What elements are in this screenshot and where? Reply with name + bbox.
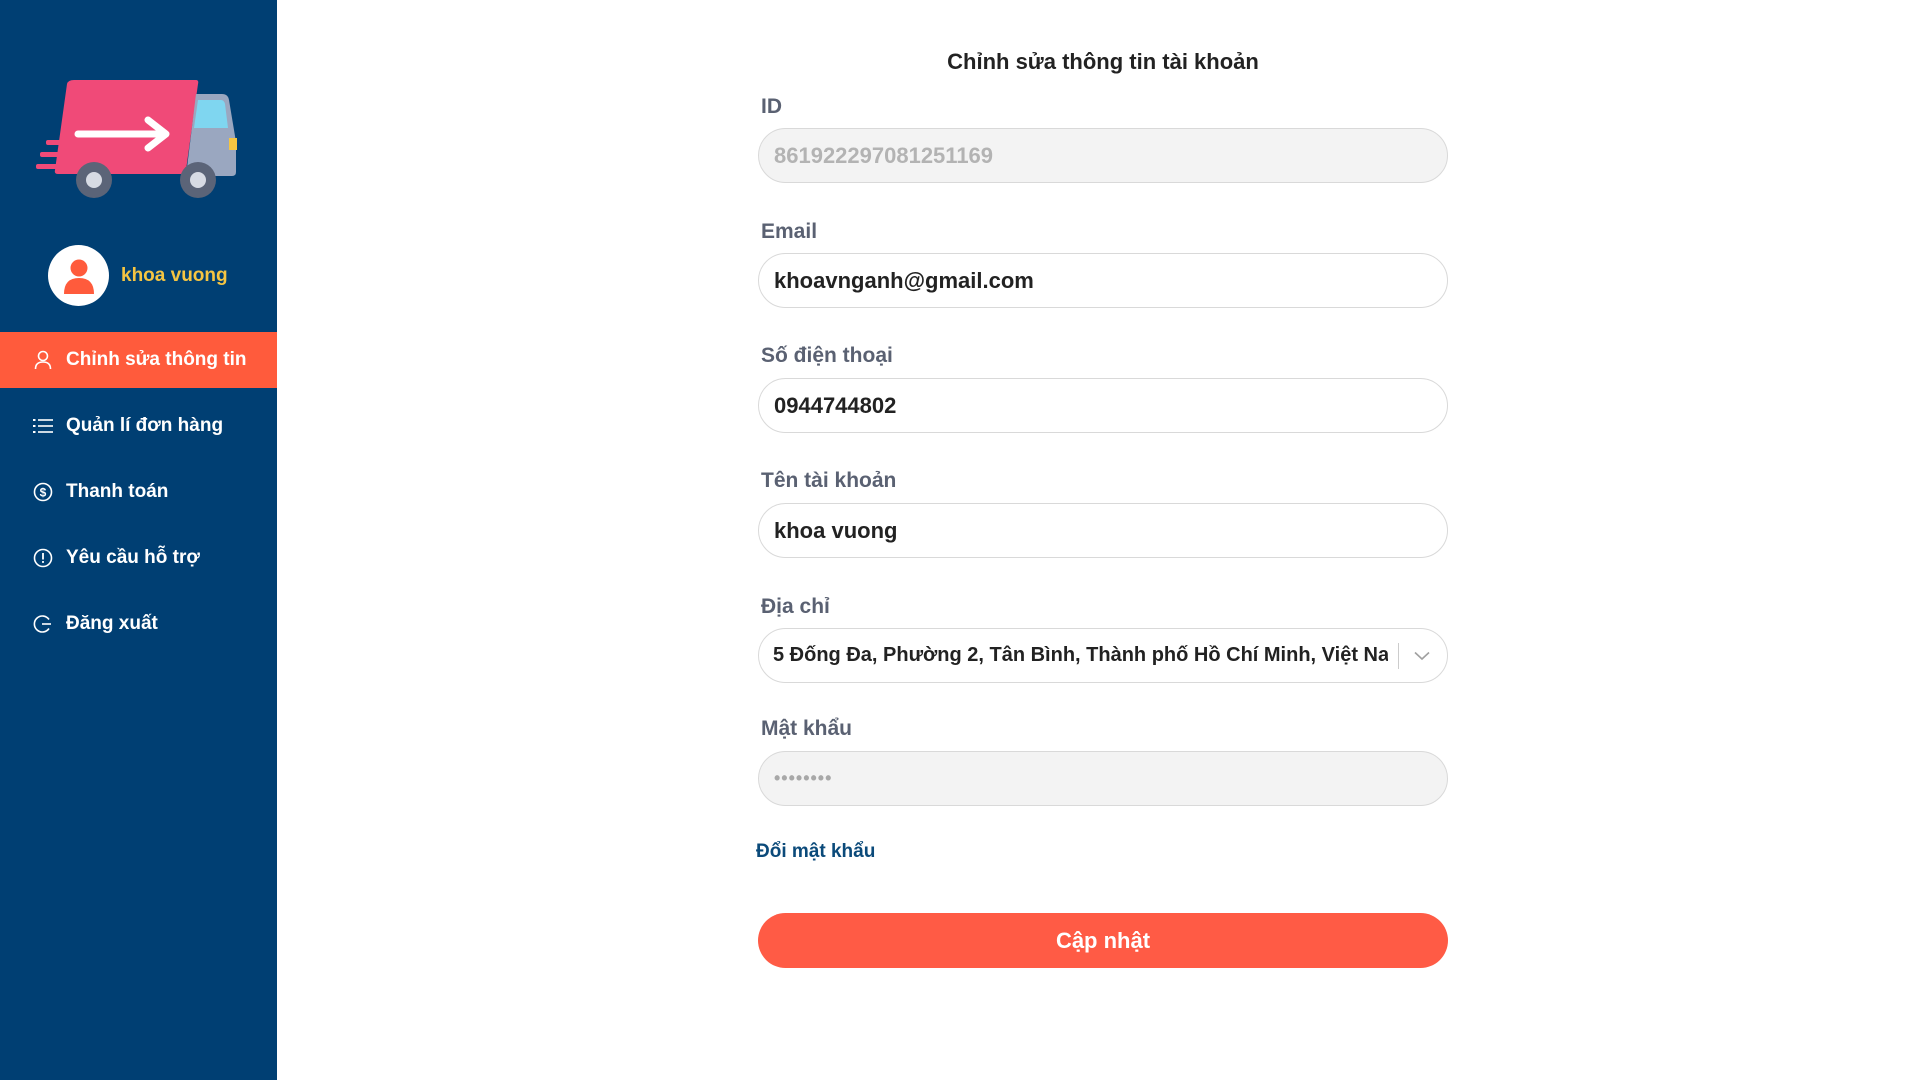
sidebar: khoa vuong Chỉnh sửa thông tin Quản lí đ…: [0, 0, 277, 1080]
sidebar-item-label: Thanh toán: [66, 481, 169, 502]
address-select[interactable]: 5 Đống Đa, Phường 2, Tân Bình, Thành phố…: [758, 628, 1448, 683]
list-icon: [32, 415, 54, 437]
user-avatar-icon: [63, 259, 94, 294]
update-button[interactable]: Cập nhật: [758, 913, 1448, 968]
change-password-link[interactable]: Đổi mật khẩu: [756, 841, 875, 863]
sidebar-item-label: Đăng xuất: [66, 613, 158, 634]
username: khoa vuong: [121, 264, 228, 286]
sidebar-nav: Chỉnh sửa thông tin Quản lí đơn hàng $ T…: [0, 332, 277, 662]
id-label: ID: [761, 95, 782, 118]
sidebar-item-payment[interactable]: $ Thanh toán: [0, 464, 277, 520]
select-separator: [1398, 642, 1399, 669]
sidebar-item-orders[interactable]: Quản lí đơn hàng: [0, 398, 277, 454]
alert-circle-icon: [32, 547, 54, 569]
avatar: [48, 245, 109, 306]
email-field[interactable]: [758, 253, 1448, 308]
sidebar-item-label: Yêu cầu hỗ trợ: [66, 547, 200, 568]
sidebar-item-edit-profile[interactable]: Chỉnh sửa thông tin: [0, 332, 277, 388]
chevron-down-icon[interactable]: [1411, 645, 1433, 667]
password-field[interactable]: [758, 751, 1448, 806]
id-field[interactable]: [758, 128, 1448, 183]
sidebar-item-label: Chỉnh sửa thông tin: [66, 349, 247, 370]
sidebar-item-label: Quản lí đơn hàng: [66, 415, 224, 436]
address-label: Địa chỉ: [761, 595, 830, 618]
logout-icon: [32, 613, 54, 635]
sidebar-item-support[interactable]: Yêu cầu hỗ trợ: [0, 530, 277, 586]
account-name-field[interactable]: [758, 503, 1448, 558]
delivery-truck-logo: [36, 72, 240, 202]
phone-field[interactable]: [758, 378, 1448, 433]
user-icon: [32, 349, 54, 371]
address-value: 5 Đống Đa, Phường 2, Tân Bình, Thành phố…: [773, 644, 1388, 666]
account-name-label: Tên tài khoản: [761, 469, 897, 492]
email-label: Email: [761, 220, 818, 243]
user-profile: khoa vuong: [48, 245, 228, 306]
page-title: Chỉnh sửa thông tin tài khoản: [947, 49, 1259, 74]
phone-label: Số điện thoại: [761, 344, 893, 367]
dollar-circle-icon: $: [32, 481, 54, 503]
svg-text:$: $: [40, 486, 47, 500]
sidebar-item-logout[interactable]: Đăng xuất: [0, 596, 277, 652]
password-label: Mật khẩu: [761, 717, 853, 740]
